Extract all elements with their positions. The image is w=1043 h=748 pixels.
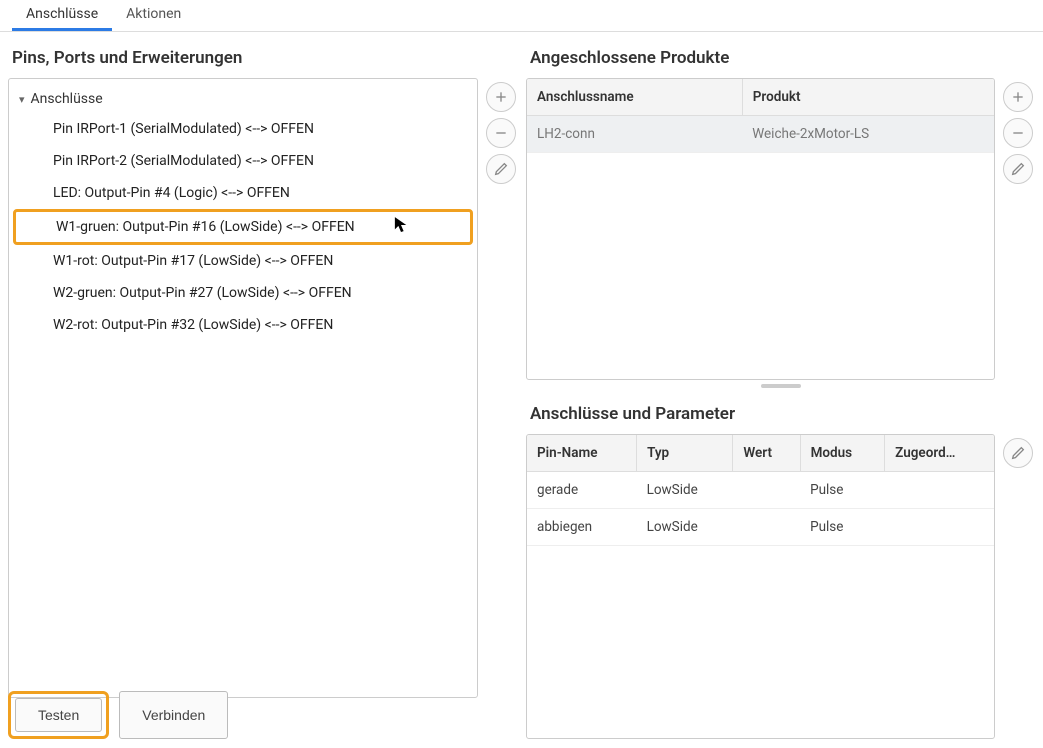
tree-item-selected[interactable]: W1-gruen: Output-Pin #16 (LowSide) <--> …	[13, 209, 473, 245]
table-row[interactable]: LH2-conn Weiche-2xMotor-LS	[527, 116, 994, 153]
col-typ[interactable]: Typ	[637, 435, 733, 472]
cell-assigned	[885, 472, 994, 509]
col-wert[interactable]: Wert	[733, 435, 800, 472]
tree-item[interactable]: W1-rot: Output-Pin #17 (LowSide) <--> OF…	[9, 245, 477, 277]
col-zugeord[interactable]: Zugeord…	[885, 435, 994, 472]
tree-root-anschluesse[interactable]: Anschlüsse	[9, 85, 477, 113]
table-row[interactable]: gerade LowSide Pulse	[527, 472, 994, 509]
test-button-highlight: Testen	[8, 691, 109, 739]
cell-pin: abbiegen	[527, 509, 637, 546]
tree-item[interactable]: LED: Output-Pin #4 (Logic) <--> OFFEN	[9, 177, 477, 209]
right-bottom-title: Anschlüsse und Parameter	[526, 396, 1035, 434]
tree-item[interactable]: Pin IRPort-2 (SerialModulated) <--> OFFE…	[9, 145, 477, 177]
tabbar: Anschlüsse Aktionen	[0, 0, 1043, 32]
products-table: Anschlussname Produkt LH2-conn Weiche-2x…	[527, 79, 994, 153]
left-title: Pins, Ports und Erweiterungen	[8, 40, 518, 78]
col-modus[interactable]: Modus	[800, 435, 885, 472]
cell-name: LH2-conn	[527, 116, 742, 153]
products-panel: Anschlussname Produkt LH2-conn Weiche-2x…	[526, 78, 995, 380]
add-button[interactable]	[486, 82, 516, 112]
cell-value	[733, 509, 800, 546]
table-row[interactable]: abbiegen LowSide Pulse	[527, 509, 994, 546]
cell-product: Weiche-2xMotor-LS	[742, 116, 994, 153]
tree-item[interactable]: W2-gruen: Output-Pin #27 (LowSide) <--> …	[9, 277, 477, 309]
pins-tree: Anschlüsse Pin IRPort-1 (SerialModulated…	[9, 79, 477, 347]
right-top-title: Angeschlossene Produkte	[526, 40, 1035, 78]
mouse-cursor-icon	[394, 216, 408, 238]
divider-handle-icon[interactable]	[761, 384, 801, 388]
tab-actions[interactable]: Aktionen	[112, 0, 195, 31]
cell-mode: Pulse	[800, 472, 885, 509]
tab-connections[interactable]: Anschlüsse	[12, 0, 112, 31]
remove-button[interactable]	[486, 118, 516, 148]
right-top-side-icons	[995, 78, 1035, 380]
col-pinname[interactable]: Pin-Name	[527, 435, 637, 472]
cell-value	[733, 472, 800, 509]
right-bottom-side-icons	[995, 434, 1035, 739]
edit-button[interactable]	[1003, 438, 1033, 468]
remove-button[interactable]	[1003, 118, 1033, 148]
cell-mode: Pulse	[800, 509, 885, 546]
cell-pin: gerade	[527, 472, 637, 509]
params-table: Pin-Name Typ Wert Modus Zugeord… gerade …	[527, 435, 994, 546]
edit-button[interactable]	[486, 154, 516, 184]
connect-button[interactable]: Verbinden	[119, 691, 228, 739]
test-button[interactable]: Testen	[15, 698, 102, 732]
cell-type: LowSide	[637, 472, 733, 509]
cell-type: LowSide	[637, 509, 733, 546]
col-produkt[interactable]: Produkt	[742, 79, 994, 116]
col-anschlussname[interactable]: Anschlussname	[527, 79, 742, 116]
edit-button[interactable]	[1003, 154, 1033, 184]
tree-item[interactable]: W2-rot: Output-Pin #32 (LowSide) <--> OF…	[9, 309, 477, 341]
pins-tree-panel: Anschlüsse Pin IRPort-1 (SerialModulated…	[8, 78, 478, 698]
params-panel: Pin-Name Typ Wert Modus Zugeord… gerade …	[526, 434, 995, 739]
add-button[interactable]	[1003, 82, 1033, 112]
left-footer: Testen Verbinden	[8, 681, 518, 739]
left-side-icons	[478, 78, 518, 681]
cell-assigned	[885, 509, 994, 546]
tree-item[interactable]: Pin IRPort-1 (SerialModulated) <--> OFFE…	[9, 113, 477, 145]
